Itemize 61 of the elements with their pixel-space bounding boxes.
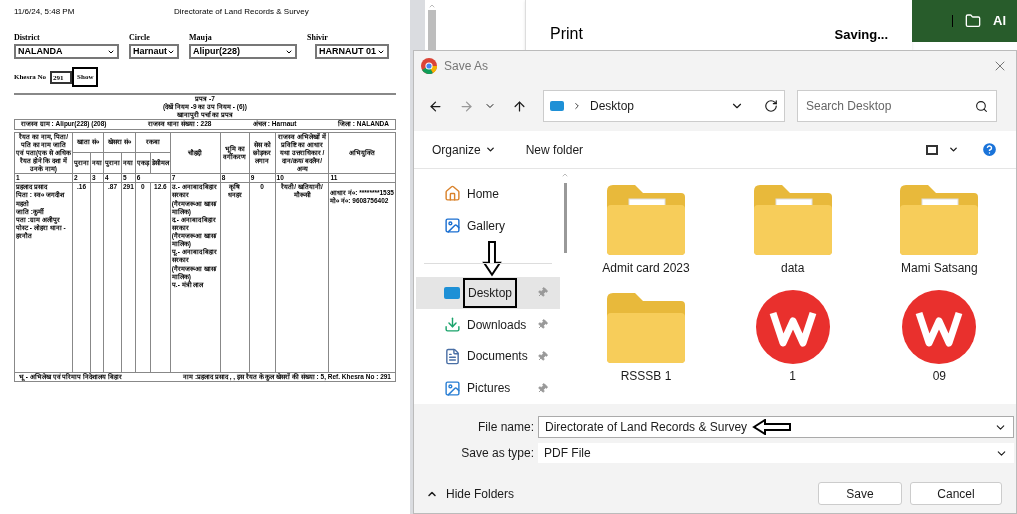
app-logo-icon [754, 289, 831, 365]
view-options-button[interactable] [926, 144, 959, 155]
address-bar[interactable]: Desktop [543, 90, 785, 122]
file-name[interactable]: 1 [789, 367, 796, 385]
caret-icon [948, 144, 959, 155]
desktop-icon [444, 286, 460, 299]
file-type-select[interactable]: PDF File [538, 443, 1014, 463]
filter-label: Shivir [307, 32, 329, 44]
search-icon [975, 99, 988, 113]
file-name[interactable]: 09 [932, 367, 946, 385]
filter-label: Mauja [189, 32, 213, 44]
file-name-field[interactable]: Directorate of Land Records & Survey [538, 416, 1014, 438]
help-icon[interactable] [981, 141, 998, 158]
hide-folders-button[interactable]: Hide Folders [426, 484, 818, 503]
image-icon [444, 217, 461, 235]
breadcrumb-caret-icon [572, 101, 582, 111]
nav-item[interactable]: Downloads [416, 308, 560, 341]
down-arrow-annotation-icon [482, 241, 502, 278]
desktop-icon [550, 101, 564, 111]
cancel-button[interactable]: Cancel [910, 482, 1002, 505]
file-name[interactable]: data [780, 259, 805, 277]
print-title: Print [550, 24, 584, 44]
app-logo-icon [901, 289, 978, 365]
image-icon [444, 379, 461, 397]
nav-item[interactable]: Desktop [416, 277, 560, 309]
file-name[interactable]: Mami Satsang [900, 259, 978, 277]
scrollbar-thumb[interactable] [428, 10, 436, 50]
folder-icon [965, 13, 981, 29]
select-field[interactable]: Alipur(228) [189, 44, 297, 59]
save-button[interactable]: Save [818, 482, 902, 505]
file-name[interactable]: Admit card 2023 [602, 259, 690, 277]
field-label: File name: [476, 419, 534, 436]
organize-button[interactable]: Organize [432, 140, 496, 159]
house-icon [444, 185, 461, 203]
field-label: Save as type: [460, 445, 534, 462]
browser-logo-icon [421, 58, 437, 74]
print-timestamp: 11/6/24, 5:48 PM [14, 6, 76, 18]
caret-icon [484, 144, 496, 155]
document-icon [444, 347, 461, 365]
filter-label: Circle [129, 32, 151, 44]
nav-item[interactable]: Gallery [416, 209, 560, 242]
saving-status: Saving... [834, 26, 888, 44]
download-icon [444, 316, 461, 334]
refresh-icon[interactable] [764, 99, 778, 113]
dialog-title: Save As [444, 58, 490, 75]
nav-item[interactable]: Home [416, 178, 560, 210]
view-icon [926, 144, 938, 155]
select-field[interactable]: HARNAUT 01 [315, 44, 389, 59]
search-field[interactable]: Search Desktop [797, 90, 997, 122]
forward-arrow-icon[interactable] [459, 98, 474, 114]
scrollbar-thumb[interactable] [563, 183, 567, 253]
top-bar-label: Al [993, 12, 1006, 31]
file-name[interactable]: RSSSB 1 [620, 367, 672, 385]
page-header-title: Directorate of Land Records & Survey [174, 6, 309, 18]
nav-item[interactable]: Documents [416, 340, 560, 373]
filter-label: District [14, 32, 41, 44]
nav-item[interactable]: Pictures [416, 372, 560, 404]
new-folder-button[interactable]: New folder [525, 140, 584, 159]
select-field[interactable]: NALANDA [14, 44, 119, 59]
left-arrow-annotation-icon [752, 419, 792, 435]
select-field[interactable]: Harnaut [129, 44, 179, 59]
